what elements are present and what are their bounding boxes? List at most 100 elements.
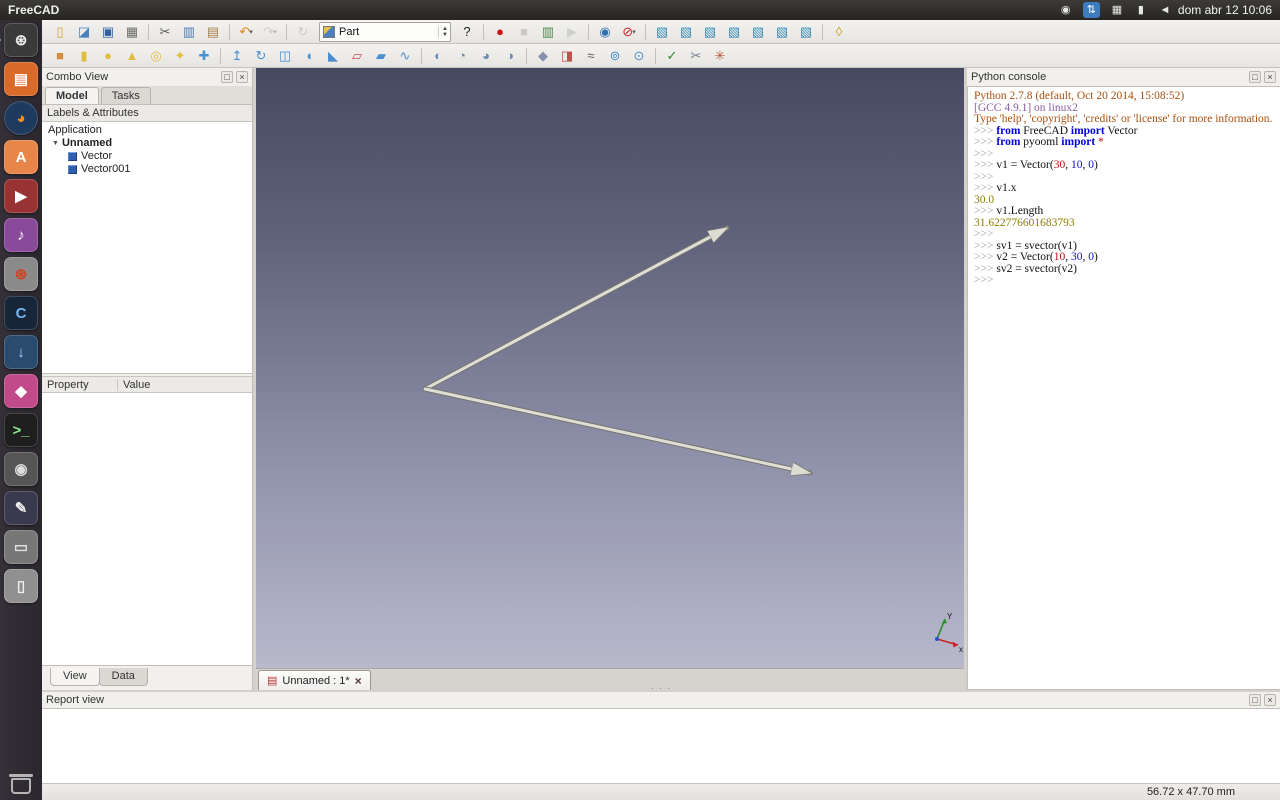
property-column-header[interactable]: Property	[42, 379, 118, 391]
dock-system-settings[interactable]: ⊛	[4, 257, 38, 291]
part-section-icon[interactable]: ◨	[555, 45, 579, 67]
keyboard-indicator-icon: ▦	[1112, 2, 1122, 18]
expander-icon[interactable]: ▼	[52, 137, 59, 150]
value-column-header[interactable]: Value	[118, 379, 150, 391]
part-extrude-icon[interactable]: ↥	[225, 45, 249, 67]
3d-viewport[interactable]: Y x	[256, 68, 964, 668]
dock-draw-tool[interactable]: ✎	[4, 491, 38, 525]
part-box-icon[interactable]: ■	[48, 45, 72, 67]
close-tab-icon[interactable]: ×	[355, 674, 362, 688]
part-offset-icon[interactable]: ⊚	[603, 45, 627, 67]
trash-icon[interactable]	[11, 778, 31, 794]
close-panel-button[interactable]: ×	[236, 71, 248, 83]
draw-style-icon[interactable]: ⊘▾	[617, 21, 641, 43]
paste-icon[interactable]: ▤	[201, 21, 225, 43]
view-right-icon[interactable]: ▧	[722, 21, 746, 43]
tree-item-document[interactable]: ▼ Unnamed	[42, 137, 252, 150]
part-cross-sections-icon[interactable]: ≈	[579, 45, 603, 67]
undo-icon[interactable]: ↶▾	[234, 21, 258, 43]
new-document-icon[interactable]: ▯	[48, 21, 72, 43]
part-defeaturing-icon[interactable]: ✂	[684, 45, 708, 67]
cut-icon[interactable]: ✂	[153, 21, 177, 43]
tab-view[interactable]: View	[50, 668, 100, 686]
report-view-output[interactable]	[42, 708, 1280, 783]
dock-media-player[interactable]: ▶	[4, 179, 38, 213]
view-front-icon[interactable]: ▧	[674, 21, 698, 43]
copy-icon[interactable]: ▥	[177, 21, 201, 43]
view-bottom-icon[interactable]: ▧	[770, 21, 794, 43]
dock-screenshot-tool[interactable]: ◉	[4, 452, 38, 486]
part-primitives-icon[interactable]: ✦	[168, 45, 192, 67]
viewport-tab-label: Unnamed : 1*	[282, 675, 349, 687]
battery-icon[interactable]: ▮	[1134, 2, 1148, 18]
volume-icon[interactable]: ◄	[1158, 2, 1172, 18]
dock-graphics-app[interactable]: ◆	[4, 374, 38, 408]
viewport-tab-unnamed[interactable]: ▤ Unnamed : 1* ×	[258, 670, 371, 690]
part-box-icon: ■	[56, 49, 64, 62]
view-left-icon[interactable]: ▧	[794, 21, 818, 43]
macro-dialog-icon[interactable]: ▥	[536, 21, 560, 43]
close-panel-button[interactable]: ×	[1264, 694, 1276, 706]
screen-recorder-icon[interactable]: ◉	[1059, 2, 1073, 18]
part-union-icon[interactable]: ◕	[474, 45, 498, 67]
zoom-fit-all-icon[interactable]: ◉	[593, 21, 617, 43]
undock-panel-button[interactable]: □	[221, 71, 233, 83]
part-cone-icon[interactable]: ▲	[120, 45, 144, 67]
part-cut-icon[interactable]: ◔	[450, 45, 474, 67]
part-compound-icon[interactable]: ◆	[531, 45, 555, 67]
print-icon[interactable]: ▦	[120, 21, 144, 43]
dock-device-2[interactable]: ▯	[4, 569, 38, 603]
part-loft-icon[interactable]: ▰	[369, 45, 393, 67]
tab-model[interactable]: Model	[45, 87, 99, 104]
dock-freecad[interactable]: ⊛	[4, 23, 38, 57]
dock-device-1[interactable]: ▭	[4, 530, 38, 564]
part-fillet-icon[interactable]: ◖	[297, 45, 321, 67]
part-sphere-icon[interactable]: ●	[96, 45, 120, 67]
close-panel-button[interactable]: ×	[1264, 71, 1276, 83]
dock-music-app[interactable]: ♪	[4, 218, 38, 252]
part-boolean-icon[interactable]: ◐	[426, 45, 450, 67]
dock-files[interactable]: ▤	[4, 62, 38, 96]
workbench-selector[interactable]: Part ▲▼	[319, 22, 451, 42]
keyboard-indicator-icon[interactable]: ▦	[1110, 2, 1124, 18]
measure-distance-icon[interactable]: ◊	[827, 21, 851, 43]
part-shapebuilder-icon[interactable]: ✚	[192, 45, 216, 67]
view-rear-icon[interactable]: ▧	[746, 21, 770, 43]
macro-record-icon[interactable]: ●	[488, 21, 512, 43]
property-table-body[interactable]	[42, 393, 252, 666]
save-document-icon[interactable]: ▣	[96, 21, 120, 43]
part-ruled-surface-icon[interactable]: ▱	[345, 45, 369, 67]
undock-panel-button[interactable]: □	[1249, 694, 1261, 706]
part-refine-shape-icon[interactable]: ✳	[708, 45, 732, 67]
part-chamfer-icon[interactable]: ◣	[321, 45, 345, 67]
workbench-spinner-icon[interactable]: ▲▼	[438, 26, 448, 38]
tab-data[interactable]: Data	[99, 668, 148, 686]
tab-tasks[interactable]: Tasks	[101, 87, 151, 104]
part-sweep-icon[interactable]: ∿	[393, 45, 417, 67]
tree-item-vector001[interactable]: Vector001	[42, 163, 252, 176]
python-console-output[interactable]: Python 2.7.8 (default, Oct 20 2014, 15:0…	[967, 86, 1280, 690]
part-check-geometry-icon[interactable]: ✓	[660, 45, 684, 67]
open-document-icon[interactable]: ◪	[72, 21, 96, 43]
dock-software-center[interactable]: A	[4, 140, 38, 174]
macro-record-icon: ●	[496, 25, 504, 38]
view-axonometric-icon[interactable]: ▧	[650, 21, 674, 43]
dock-browser[interactable]: C	[4, 296, 38, 330]
dock-firefox[interactable]: ◕	[4, 101, 38, 135]
view-top-icon[interactable]: ▧	[698, 21, 722, 43]
tree-item-application[interactable]: Application	[42, 124, 252, 137]
part-cylinder-icon[interactable]: ▮	[72, 45, 96, 67]
clock[interactable]: dom abr 12 10:06	[1178, 3, 1272, 17]
dock-update-manager[interactable]: ↓	[4, 335, 38, 369]
part-mirror-icon[interactable]: ◫	[273, 45, 297, 67]
whats-this-icon[interactable]: ?	[455, 21, 479, 43]
tree-item-vector[interactable]: Vector	[42, 150, 252, 163]
open-document-icon: ◪	[78, 25, 90, 38]
part-torus-icon[interactable]: ◎	[144, 45, 168, 67]
part-revolve-icon[interactable]: ↻	[249, 45, 273, 67]
part-common-icon[interactable]: ◑	[498, 45, 522, 67]
part-thickness-icon[interactable]: ⊙	[627, 45, 651, 67]
dock-terminal[interactable]: >_	[4, 413, 38, 447]
undock-panel-button[interactable]: □	[1249, 71, 1261, 83]
text-entry-icon[interactable]: ⇅	[1083, 2, 1100, 18]
